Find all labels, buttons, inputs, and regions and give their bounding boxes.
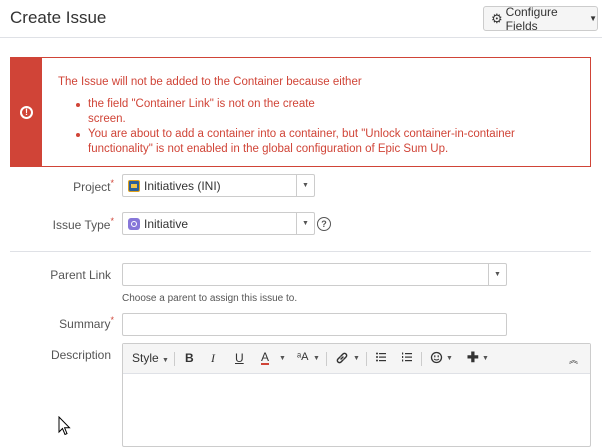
chevron-down-icon[interactable]: ▼ — [279, 355, 286, 362]
toolbar-separator — [421, 352, 422, 366]
configure-fields-label: Configure Fields — [505, 4, 558, 33]
chevron-down-icon[interactable]: ▼ — [296, 175, 314, 196]
gear-icon: ⚙ — [491, 10, 503, 26]
numbered-list-icon[interactable] — [401, 351, 413, 366]
question-circle-icon[interactable]: ? — [317, 217, 331, 231]
chevron-down-icon[interactable]: ▼ — [313, 355, 320, 362]
issue-type-value: Initiative — [144, 216, 189, 231]
dialog-title: Create Issue — [10, 8, 107, 27]
text-color-button[interactable]: A — [261, 351, 270, 365]
style-dropdown[interactable]: Style ▼ — [132, 351, 169, 365]
configure-fields-button[interactable]: ⚙ Configure Fields ▼ — [483, 4, 598, 33]
summary-input[interactable] — [122, 313, 507, 336]
chevron-down-icon: ▼ — [589, 14, 597, 23]
initiative-icon — [128, 217, 140, 230]
project-select[interactable]: Initiatives (INI) ▼ — [122, 174, 315, 197]
link-icon[interactable] — [335, 351, 349, 368]
toolbar-separator — [174, 352, 175, 366]
error-message: ! The Issue will not be added to the Con… — [10, 57, 591, 167]
error-list: the field "Container Link" is not on the… — [74, 97, 574, 157]
parent-link-hint: Choose a parent to assign this issue to. — [122, 293, 298, 304]
issue-type-label: Issue Type* — [52, 216, 114, 232]
section-divider — [10, 251, 591, 252]
italic-button[interactable]: I — [211, 351, 215, 366]
chevron-down-icon[interactable]: ▼ — [488, 264, 506, 285]
text-size-button[interactable]: ᵃA — [297, 351, 308, 363]
description-editor[interactable]: Style ▼ B I U A ▼ ᵃA ▼ ▼ ▼ ✚ ▼ ︽ — [122, 343, 591, 447]
plus-icon[interactable]: ✚ — [467, 349, 479, 366]
emoticon-icon[interactable] — [430, 351, 443, 367]
error-heading: The Issue will not be added to the Conta… — [58, 76, 362, 88]
project-avatar-icon — [128, 179, 140, 192]
summary-label: Summary* — [59, 315, 114, 331]
editor-toolbar: Style ▼ B I U A ▼ ᵃA ▼ ▼ ▼ ✚ ▼ ︽ — [123, 344, 590, 374]
mouse-cursor-icon — [58, 416, 71, 436]
error-strip: ! — [11, 58, 42, 166]
project-value: Initiatives (INI) — [144, 178, 221, 193]
toolbar-separator — [326, 352, 327, 366]
collapse-toolbar-icon[interactable]: ︽ — [569, 353, 578, 366]
bold-button[interactable]: B — [185, 351, 194, 365]
chevron-down-icon[interactable]: ▼ — [482, 355, 489, 362]
chevron-down-icon[interactable]: ▼ — [446, 355, 453, 362]
error-item: You are about to add a container into a … — [74, 127, 569, 157]
issue-type-select[interactable]: Initiative ▼ — [122, 212, 315, 235]
bullet-list-icon[interactable] — [375, 351, 387, 366]
exclamation-circle-icon: ! — [20, 105, 33, 119]
chevron-down-icon[interactable]: ▼ — [353, 355, 360, 362]
error-item: the field "Container Link" is not on the… — [74, 97, 354, 127]
parent-link-select[interactable]: ▼ — [122, 263, 507, 286]
chevron-down-icon[interactable]: ▼ — [296, 213, 314, 234]
project-label: Project* — [73, 178, 114, 194]
parent-link-label: Parent Link — [50, 268, 111, 282]
toolbar-separator — [366, 352, 367, 366]
dialog-header: Create Issue ⚙ Configure Fields ▼ — [0, 0, 602, 38]
underline-button[interactable]: U — [235, 351, 244, 365]
description-label: Description — [50, 348, 111, 362]
